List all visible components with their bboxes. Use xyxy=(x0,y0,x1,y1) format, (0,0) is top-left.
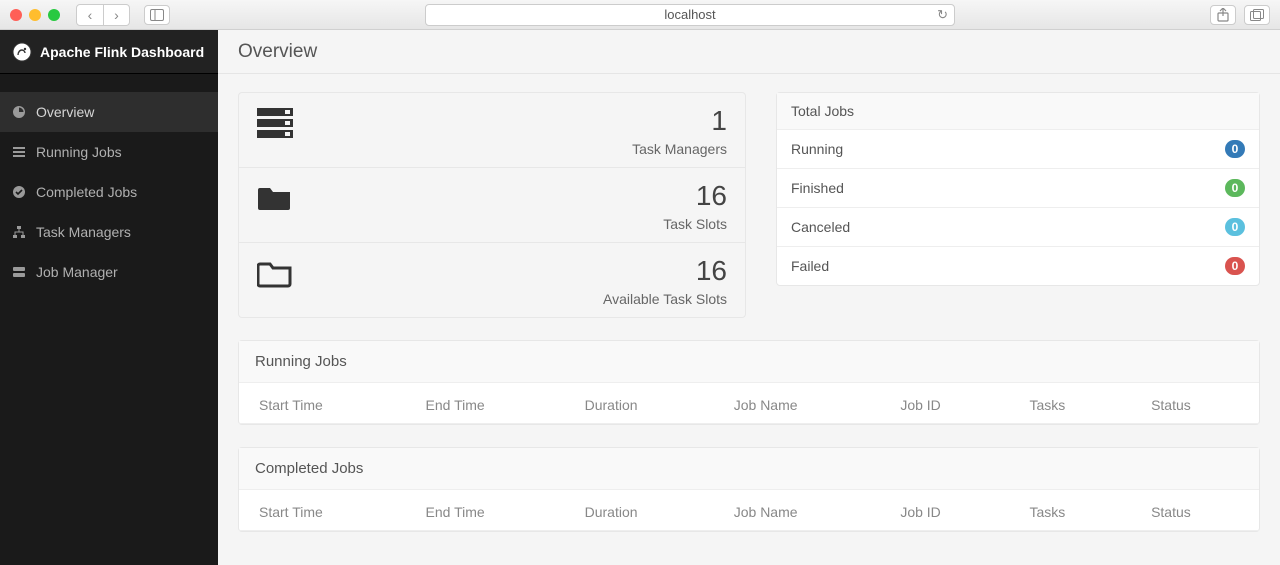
status-badge: 0 xyxy=(1225,179,1245,197)
maximize-window-icon[interactable] xyxy=(48,9,60,21)
forward-button[interactable]: › xyxy=(103,5,129,25)
reload-icon[interactable]: ↻ xyxy=(937,7,948,23)
sidebar-item-job-manager[interactable]: Job Manager xyxy=(0,252,218,292)
col-end-time[interactable]: End Time xyxy=(406,383,565,424)
tasks-icon xyxy=(12,145,28,159)
col-duration[interactable]: Duration xyxy=(565,490,714,531)
sidebar-item-label: Completed Jobs xyxy=(36,184,137,200)
totals-row-failed: Failed 0 xyxy=(777,247,1259,285)
running-jobs-table: Start Time End Time Duration Job Name Jo… xyxy=(239,383,1259,424)
dashboard-icon xyxy=(12,105,28,119)
brand: Apache Flink Dashboard xyxy=(0,30,218,74)
server-stack-icon xyxy=(257,105,293,141)
col-job-name[interactable]: Job Name xyxy=(714,490,881,531)
window-controls xyxy=(10,9,60,21)
check-circle-icon xyxy=(12,185,28,199)
totals-row-running: Running 0 xyxy=(777,130,1259,169)
totals-row-canceled: Canceled 0 xyxy=(777,208,1259,247)
panel-header: Running Jobs xyxy=(239,341,1259,383)
col-tasks[interactable]: Tasks xyxy=(1009,490,1131,531)
back-button[interactable]: ‹ xyxy=(77,5,103,25)
status-badge: 0 xyxy=(1225,140,1245,158)
stat-value: 16 xyxy=(603,255,727,287)
running-jobs-panel: Running Jobs Start Time End Time Duratio… xyxy=(238,340,1260,425)
completed-jobs-table: Start Time End Time Duration Job Name Jo… xyxy=(239,490,1259,531)
totals-row-label: Canceled xyxy=(791,219,850,235)
col-tasks[interactable]: Tasks xyxy=(1009,383,1131,424)
tabs-button[interactable] xyxy=(1244,5,1270,25)
col-job-name[interactable]: Job Name xyxy=(714,383,881,424)
stat-available-slots: 16 Available Task Slots xyxy=(238,243,746,318)
stat-label: Available Task Slots xyxy=(603,291,727,307)
sidebar-item-completed-jobs[interactable]: Completed Jobs xyxy=(0,172,218,212)
sidebar-item-overview[interactable]: Overview xyxy=(0,92,218,132)
minimize-window-icon[interactable] xyxy=(29,9,41,21)
col-end-time[interactable]: End Time xyxy=(406,490,565,531)
stat-label: Task Managers xyxy=(632,141,727,157)
status-badge: 0 xyxy=(1225,218,1245,236)
totals-row-label: Finished xyxy=(791,180,844,196)
col-job-id[interactable]: Job ID xyxy=(880,490,1009,531)
col-status[interactable]: Status xyxy=(1131,383,1259,424)
totals-row-label: Failed xyxy=(791,258,829,274)
sidebar-item-label: Task Managers xyxy=(36,224,131,240)
sidebar-item-label: Overview xyxy=(36,104,94,120)
server-icon xyxy=(12,265,28,279)
stat-value: 16 xyxy=(663,180,727,212)
address-bar[interactable]: localhost ↻ xyxy=(425,4,955,26)
flink-logo-icon xyxy=(12,42,32,62)
status-badge: 0 xyxy=(1225,257,1245,275)
totals-row-finished: Finished 0 xyxy=(777,169,1259,208)
col-job-id[interactable]: Job ID xyxy=(880,383,1009,424)
cluster-stats: 1 Task Managers 16 Task Slots xyxy=(238,92,746,318)
brand-title: Apache Flink Dashboard xyxy=(40,44,204,60)
col-status[interactable]: Status xyxy=(1131,490,1259,531)
stat-task-managers: 1 Task Managers xyxy=(238,92,746,168)
sidebar-item-label: Job Manager xyxy=(36,264,118,280)
completed-jobs-panel: Completed Jobs Start Time End Time Durat… xyxy=(238,447,1260,532)
stat-label: Task Slots xyxy=(663,216,727,232)
col-start-time[interactable]: Start Time xyxy=(239,490,406,531)
folder-open-icon xyxy=(257,255,293,291)
safari-sidebar-button[interactable] xyxy=(144,5,170,25)
total-jobs-panel: Total Jobs Running 0 Finished 0 Canceled… xyxy=(776,92,1260,286)
stat-task-slots: 16 Task Slots xyxy=(238,168,746,243)
browser-toolbar: ‹ › localhost ↻ xyxy=(0,0,1280,30)
close-window-icon[interactable] xyxy=(10,9,22,21)
main-content: Overview 1 Task Managers xyxy=(218,30,1280,565)
panel-header: Completed Jobs xyxy=(239,448,1259,490)
sidebar-item-running-jobs[interactable]: Running Jobs xyxy=(0,132,218,172)
page-title: Overview xyxy=(218,30,1280,74)
totals-header: Total Jobs xyxy=(777,93,1259,130)
totals-row-label: Running xyxy=(791,141,843,157)
sidebar: Apache Flink Dashboard Overview Running … xyxy=(0,30,218,565)
nav-arrows: ‹ › xyxy=(76,4,130,26)
stat-value: 1 xyxy=(632,105,727,137)
col-duration[interactable]: Duration xyxy=(565,383,714,424)
share-button[interactable] xyxy=(1210,5,1236,25)
sidebar-item-task-managers[interactable]: Task Managers xyxy=(0,212,218,252)
sidebar-item-label: Running Jobs xyxy=(36,144,122,160)
folder-icon xyxy=(257,180,293,216)
col-start-time[interactable]: Start Time xyxy=(239,383,406,424)
sitemap-icon xyxy=(12,225,28,239)
address-url: localhost xyxy=(664,7,715,22)
